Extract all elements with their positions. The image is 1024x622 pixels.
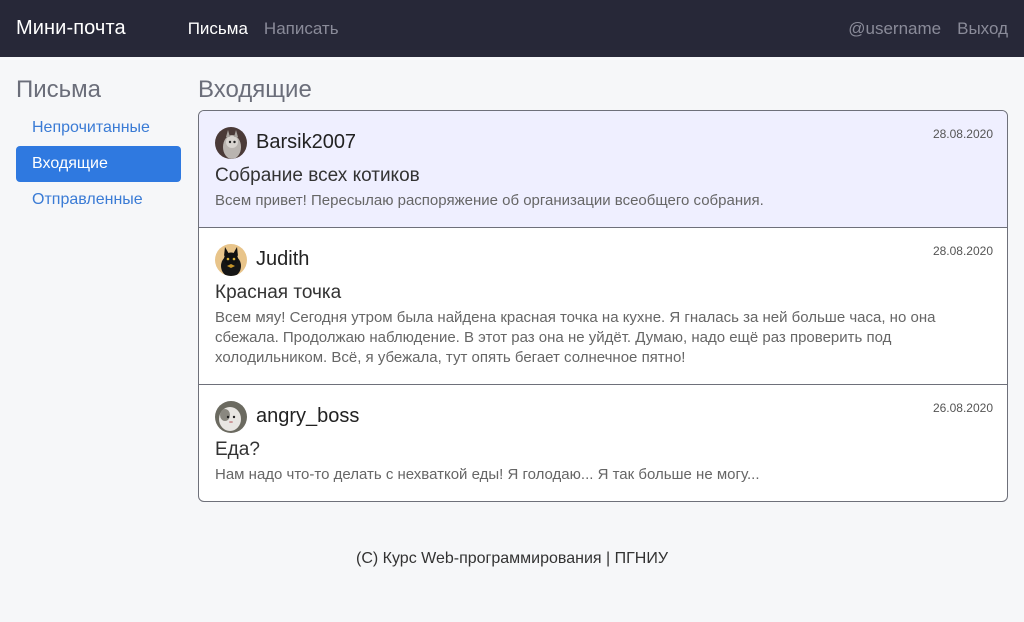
mail-sender: Judith bbox=[256, 248, 310, 270]
sidebar: Письма Непрочитанные Входящие Отправленн… bbox=[16, 57, 181, 502]
nav-link-mail[interactable]: Письма bbox=[188, 19, 248, 39]
mail-item[interactable]: 28.08.2020 Judith Красная точка Всем мяу… bbox=[199, 227, 1007, 384]
mail-sender: angry_boss bbox=[256, 405, 360, 427]
mail-preview: Всем мяу! Сегодня утром была найдена кра… bbox=[215, 309, 936, 366]
mail-header: Judith bbox=[215, 243, 991, 276]
username-link[interactable]: @username bbox=[848, 19, 941, 39]
mail-item[interactable]: 28.08.2020 Barsik2007 Собрание всех коти… bbox=[199, 111, 1007, 227]
sidebar-item-unread[interactable]: Непрочитанные bbox=[16, 110, 181, 146]
mail-date: 26.08.2020 bbox=[932, 401, 993, 415]
sidebar-title: Письма bbox=[16, 76, 102, 103]
cat-grey-avatar-icon bbox=[215, 126, 247, 159]
mail-subject: Еда? bbox=[215, 439, 260, 460]
mail-header: Barsik2007 bbox=[215, 126, 991, 159]
nav-link-compose[interactable]: Написать bbox=[264, 19, 339, 39]
mail-subject: Красная точка bbox=[215, 282, 342, 303]
top-navbar: Мини-почта Письма Написать @username Вых… bbox=[0, 0, 1024, 57]
logout-link[interactable]: Выход bbox=[957, 19, 1008, 39]
mail-preview: Всем привет! Пересылаю распоряжение об о… bbox=[215, 192, 764, 209]
page-title: Входящие bbox=[198, 76, 312, 103]
mail-list: 28.08.2020 Barsik2007 Собрание всех коти… bbox=[198, 110, 1008, 502]
cat-black-avatar-icon bbox=[215, 243, 247, 276]
mail-date: 28.08.2020 bbox=[932, 244, 993, 258]
mail-preview: Нам надо что-то делать с нехваткой еды! … bbox=[215, 466, 760, 483]
page-footer: (C) Курс Web-программирования | ПГНИУ bbox=[356, 550, 668, 567]
sidebar-item-sent[interactable]: Отправленные bbox=[16, 182, 181, 218]
cat-white-avatar-icon bbox=[215, 400, 247, 433]
main-panel: Входящие 28.08.2020 Barsik2007 Собрание … bbox=[198, 57, 1008, 502]
mail-subject: Собрание всех котиков bbox=[215, 165, 420, 186]
mail-date: 28.08.2020 bbox=[932, 127, 993, 141]
app-brand[interactable]: Мини-почта bbox=[16, 17, 126, 40]
mail-header: angry_boss bbox=[215, 400, 991, 433]
nav-user-area: @username Выход bbox=[848, 19, 1008, 39]
page-content: Письма Непрочитанные Входящие Отправленн… bbox=[0, 57, 1024, 502]
sidebar-item-inbox[interactable]: Входящие bbox=[16, 146, 181, 182]
mail-item[interactable]: 26.08.2020 angry_boss Еда? Нам надо что-… bbox=[199, 384, 1007, 501]
mail-sender: Barsik2007 bbox=[256, 131, 357, 153]
